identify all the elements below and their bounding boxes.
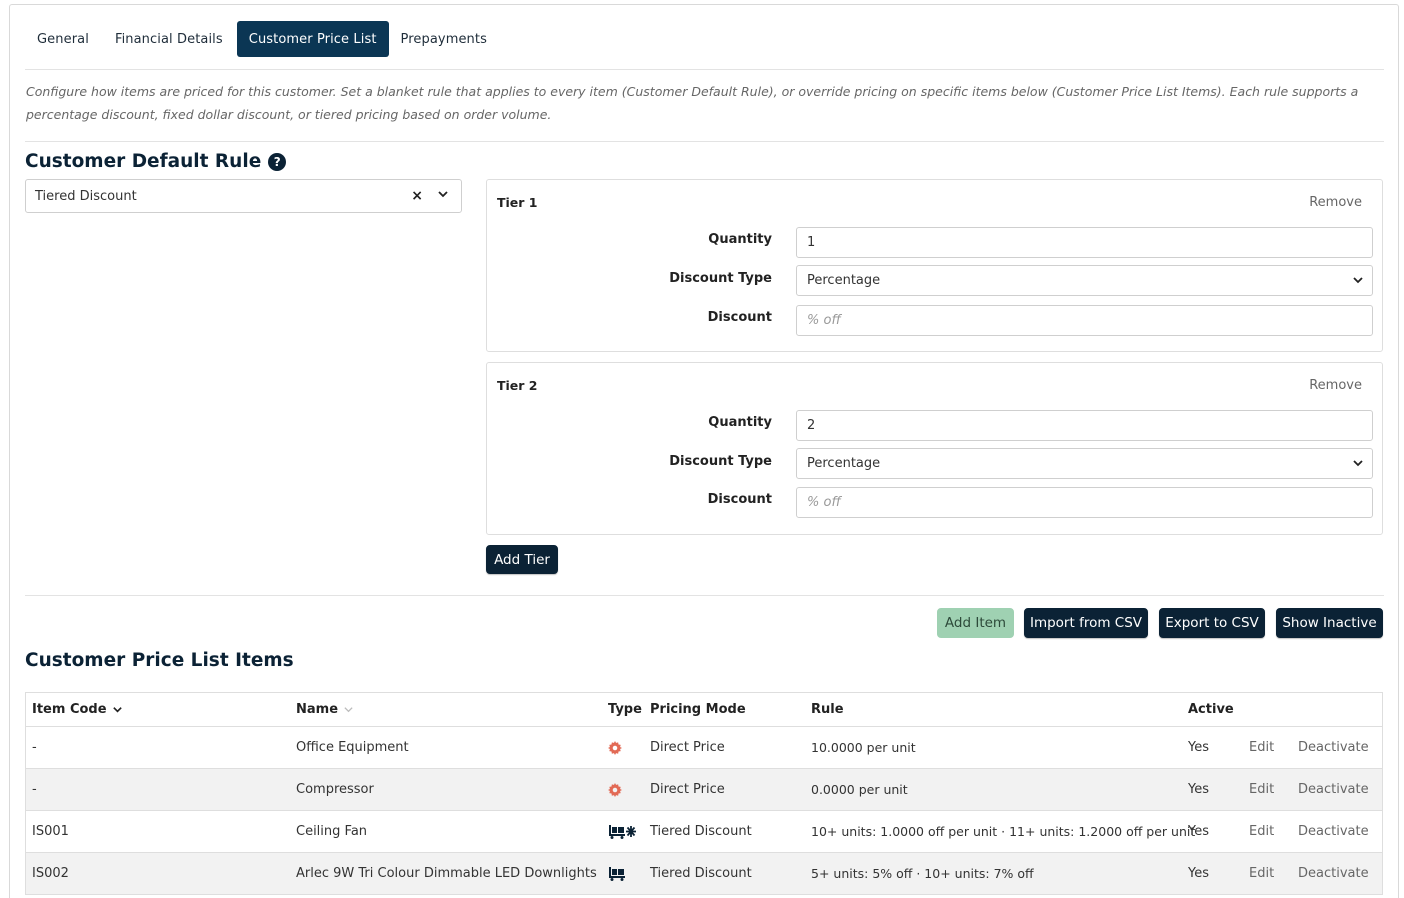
quantity-label: Quantity [708, 232, 772, 247]
item-code: IS002 [32, 866, 69, 881]
sort-chevron-down-icon [344, 707, 353, 713]
edit-link[interactable]: Edit [1249, 727, 1274, 768]
edit-link[interactable]: Edit [1249, 853, 1274, 894]
page-description: Configure how items are priced for this … [26, 84, 1359, 122]
active-status: Yes [1188, 866, 1209, 881]
item-name: Compressor [296, 782, 374, 797]
default-rule-select[interactable]: Tiered Discount × [25, 179, 462, 213]
add-tier-button[interactable]: Add Tier [486, 545, 558, 574]
price-list-items-title: Customer Price List Items [25, 650, 294, 671]
quantity-label: Quantity [708, 415, 772, 430]
table-row: IS002 Arlec 9W Tri Colour Dimmable LED D… [26, 853, 1382, 895]
price-list-table: Item Code Name Type Pricing Mode Rule Ac… [25, 692, 1383, 895]
item-code: - [32, 740, 37, 755]
item-code: - [32, 782, 37, 797]
table-row: IS001 Ceiling Fan Tiered Discount 10+ un… [26, 811, 1382, 853]
tab-customer-price-list[interactable]: Customer Price List [236, 21, 389, 57]
column-label: Item Code [32, 702, 107, 717]
tab-prepayments[interactable]: Prepayments [389, 21, 499, 57]
tier-title: Tier 1 [497, 195, 538, 210]
active-status: Yes [1188, 824, 1209, 839]
default-rule-value: Tiered Discount [35, 188, 137, 204]
tier-title: Tier 2 [497, 378, 538, 393]
item-name: Office Equipment [296, 740, 409, 755]
table-row: - Office Equipment Direct Price 10.0000 … [26, 727, 1382, 769]
discount-type-label: Discount Type [669, 271, 772, 286]
rule-summary: 0.0000 per unit [811, 782, 908, 797]
stock-item-icon [608, 853, 625, 894]
discount-type-value: Percentage [807, 273, 881, 288]
discount-label: Discount [707, 310, 772, 325]
column-item-code[interactable]: Item Code [32, 693, 123, 726]
export-csv-button[interactable]: Export to CSV [1159, 608, 1265, 638]
edit-link[interactable]: Edit [1249, 769, 1274, 810]
default-rule-heading: Customer Default Rule [25, 151, 262, 172]
deactivate-link[interactable]: Deactivate [1298, 727, 1369, 768]
deactivate-link[interactable]: Deactivate [1298, 769, 1369, 810]
tab-bar: General Financial Details Customer Price… [25, 21, 499, 57]
deactivate-link[interactable]: Deactivate [1298, 853, 1369, 894]
column-label: Name [296, 702, 339, 717]
import-csv-button[interactable]: Import from CSV [1024, 608, 1148, 638]
discount-type-value: Percentage [807, 456, 881, 471]
column-pricing-mode: Pricing Mode [650, 702, 746, 717]
active-status: Yes [1188, 740, 1209, 755]
tab-general[interactable]: General [25, 21, 101, 57]
table-header: Item Code Name Type Pricing Mode Rule Ac… [26, 693, 1382, 727]
quantity-input[interactable]: 2 [796, 410, 1373, 441]
show-inactive-button[interactable]: Show Inactive [1276, 608, 1383, 638]
clear-icon[interactable]: × [411, 188, 423, 204]
remove-tier-button[interactable]: Remove [1309, 195, 1362, 210]
column-type: Type [608, 702, 642, 717]
divider [25, 595, 1384, 596]
discount-type-select[interactable]: Percentage [796, 265, 1373, 296]
edit-link[interactable]: Edit [1249, 811, 1274, 852]
column-active: Active [1188, 702, 1234, 717]
discount-type-label: Discount Type [669, 454, 772, 469]
item-name: Arlec 9W Tri Colour Dimmable LED Downlig… [296, 866, 597, 881]
discount-label: Discount [707, 492, 772, 507]
pricing-mode: Tiered Discount [650, 824, 752, 839]
pricing-mode: Direct Price [650, 740, 725, 755]
rule-summary: 10+ units: 1.0000 off per unit · 11+ uni… [811, 824, 1196, 839]
stock-item-variant-icon [608, 811, 636, 852]
item-code: IS001 [32, 824, 69, 839]
chevron-down-icon [1352, 457, 1364, 473]
add-item-button[interactable]: Add Item [937, 608, 1014, 638]
discount-input[interactable]: % off [796, 487, 1373, 518]
gear-icon [608, 769, 622, 810]
gear-icon [608, 727, 622, 768]
divider [25, 141, 1384, 142]
rule-summary: 10.0000 per unit [811, 740, 916, 755]
sort-chevron-down-icon [112, 707, 122, 713]
discount-input[interactable]: % off [796, 305, 1373, 336]
active-status: Yes [1188, 782, 1209, 797]
column-name[interactable]: Name [296, 693, 354, 726]
chevron-down-icon[interactable] [437, 188, 449, 204]
item-name: Ceiling Fan [296, 824, 368, 839]
tab-financial-details[interactable]: Financial Details [103, 21, 235, 57]
default-rule-title: Customer Default Rule ? [25, 151, 287, 172]
quantity-input[interactable]: 1 [796, 227, 1373, 258]
deactivate-link[interactable]: Deactivate [1298, 811, 1369, 852]
discount-type-select[interactable]: Percentage [796, 448, 1373, 479]
tier-card-2: Tier 2 Remove Quantity 2 Discount Type P… [486, 362, 1383, 535]
tier-card-1: Tier 1 Remove Quantity 1 Discount Type P… [486, 179, 1383, 352]
rule-summary: 5+ units: 5% off · 10+ units: 7% off [811, 866, 1034, 881]
chevron-down-icon [1352, 274, 1364, 290]
pricing-mode: Tiered Discount [650, 866, 752, 881]
pricing-mode: Direct Price [650, 782, 725, 797]
table-row: - Compressor Direct Price 0.0000 per uni… [26, 769, 1382, 811]
divider [25, 69, 1384, 70]
column-rule: Rule [811, 702, 844, 717]
help-icon[interactable]: ? [268, 152, 287, 171]
remove-tier-button[interactable]: Remove [1309, 378, 1362, 393]
